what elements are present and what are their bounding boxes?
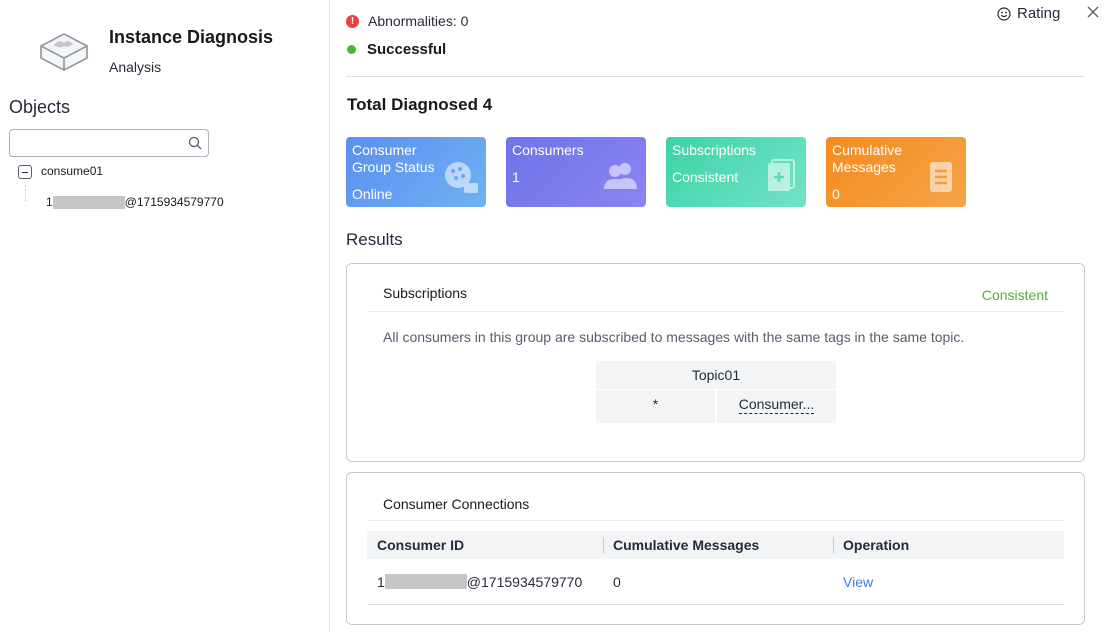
- redacted-mask: [52, 195, 125, 209]
- objects-heading: Objects: [9, 97, 71, 117]
- consumer-cell[interactable]: Consumer...: [717, 390, 836, 423]
- diagnosis-status: Successful: [346, 41, 446, 58]
- panel-divider: [367, 520, 1064, 521]
- subscriptions-title: Subscriptions: [383, 285, 468, 301]
- topic-header: Topic01: [596, 361, 836, 389]
- tree-child-prefix: 1: [46, 195, 53, 209]
- cumulative-messages-cell: 0: [613, 573, 621, 590]
- consumer-id-suffix: @1715934579770: [466, 573, 583, 590]
- card-value: 0: [832, 186, 840, 202]
- card-consumer-group-status: Consumer Group Status Online: [346, 137, 486, 207]
- subscriptions-description: All consumers in this group are subscrib…: [383, 329, 965, 345]
- status-globe-icon: [445, 162, 478, 193]
- tree-collapse-icon[interactable]: [18, 165, 32, 179]
- divider: [346, 76, 1085, 77]
- consumer-id-cell: 1 @1715934579770: [367, 574, 603, 590]
- tree-connector: [25, 185, 26, 201]
- card-label: Subscriptions: [672, 142, 757, 158]
- tree-item-consumer-instance[interactable]: 1 @1715934579770: [46, 195, 224, 209]
- tree-child-suffix: @1715934579770: [124, 195, 224, 209]
- column-header-consumer-id: Consumer ID: [377, 537, 465, 553]
- connections-panel: Consumer Connections Consumer ID Cumulat…: [346, 472, 1085, 625]
- search-input[interactable]: [10, 130, 180, 156]
- redacted-mask: [384, 574, 467, 589]
- close-icon[interactable]: [1086, 5, 1100, 19]
- success-dot-icon: [347, 45, 356, 54]
- page-title: Instance Diagnosis: [109, 27, 274, 47]
- tree-item-consume01[interactable]: consume01: [41, 164, 103, 178]
- card-label: Consumers: [512, 142, 584, 158]
- card-value: Consistent: [672, 169, 739, 185]
- card-cumulative-messages: Cumulative Messages 0: [826, 137, 966, 207]
- consumer-tooltip-trigger[interactable]: Consumer...: [738, 396, 815, 414]
- card-value: 1: [512, 169, 520, 185]
- add-document-icon: [768, 159, 795, 191]
- card-label: Consumer Group Status: [352, 142, 435, 175]
- topic-row: * Consumer...: [596, 390, 836, 423]
- diagnosis-status-text: Successful: [367, 41, 447, 58]
- search-box: [9, 129, 209, 157]
- operation-cell: View: [833, 574, 873, 590]
- results-heading: Results: [346, 230, 403, 249]
- card-value: Online: [352, 186, 393, 202]
- smile-icon: [997, 6, 1011, 21]
- table-row: 1 @1715934579770 0 View: [367, 559, 1064, 605]
- page-subtitle: Analysis: [109, 59, 162, 75]
- topic-table: Topic01 * Consumer...: [596, 361, 836, 423]
- card-label: Cumulative Messages: [832, 142, 903, 175]
- consumer-id-prefix: 1: [377, 573, 385, 590]
- subscriptions-status: Consistent: [981, 287, 1048, 303]
- column-header-operation: Operation: [843, 537, 910, 553]
- instance-logo-icon: [40, 33, 88, 71]
- users-icon: [604, 163, 637, 189]
- column-header-cumulative-messages: Cumulative Messages: [613, 537, 760, 553]
- search-icon[interactable]: [188, 136, 202, 150]
- card-consumers: Consumers 1: [506, 137, 646, 207]
- rating-button[interactable]: Rating: [997, 5, 1060, 22]
- abnormalities-text: Abnormalities: 0: [368, 13, 469, 29]
- rating-label: Rating: [1017, 5, 1061, 22]
- tag-cell: *: [596, 390, 715, 423]
- message-list-icon: [930, 162, 952, 192]
- view-link[interactable]: View: [843, 574, 873, 590]
- table-header: Consumer ID Cumulative Messages Operatio…: [367, 531, 1064, 559]
- panel-divider: [367, 311, 1064, 312]
- total-diagnosed-heading: Total Diagnosed 4: [347, 95, 493, 114]
- sidebar: Instance Diagnosis Analysis Objects cons…: [0, 0, 330, 632]
- subscriptions-panel: Subscriptions Consistent All consumers i…: [346, 263, 1085, 462]
- abnormalities-status: ! Abnormalities: 0: [346, 13, 468, 29]
- card-subscriptions: Subscriptions Consistent: [666, 137, 806, 207]
- connections-title: Consumer Connections: [383, 496, 530, 512]
- error-icon: !: [346, 14, 359, 28]
